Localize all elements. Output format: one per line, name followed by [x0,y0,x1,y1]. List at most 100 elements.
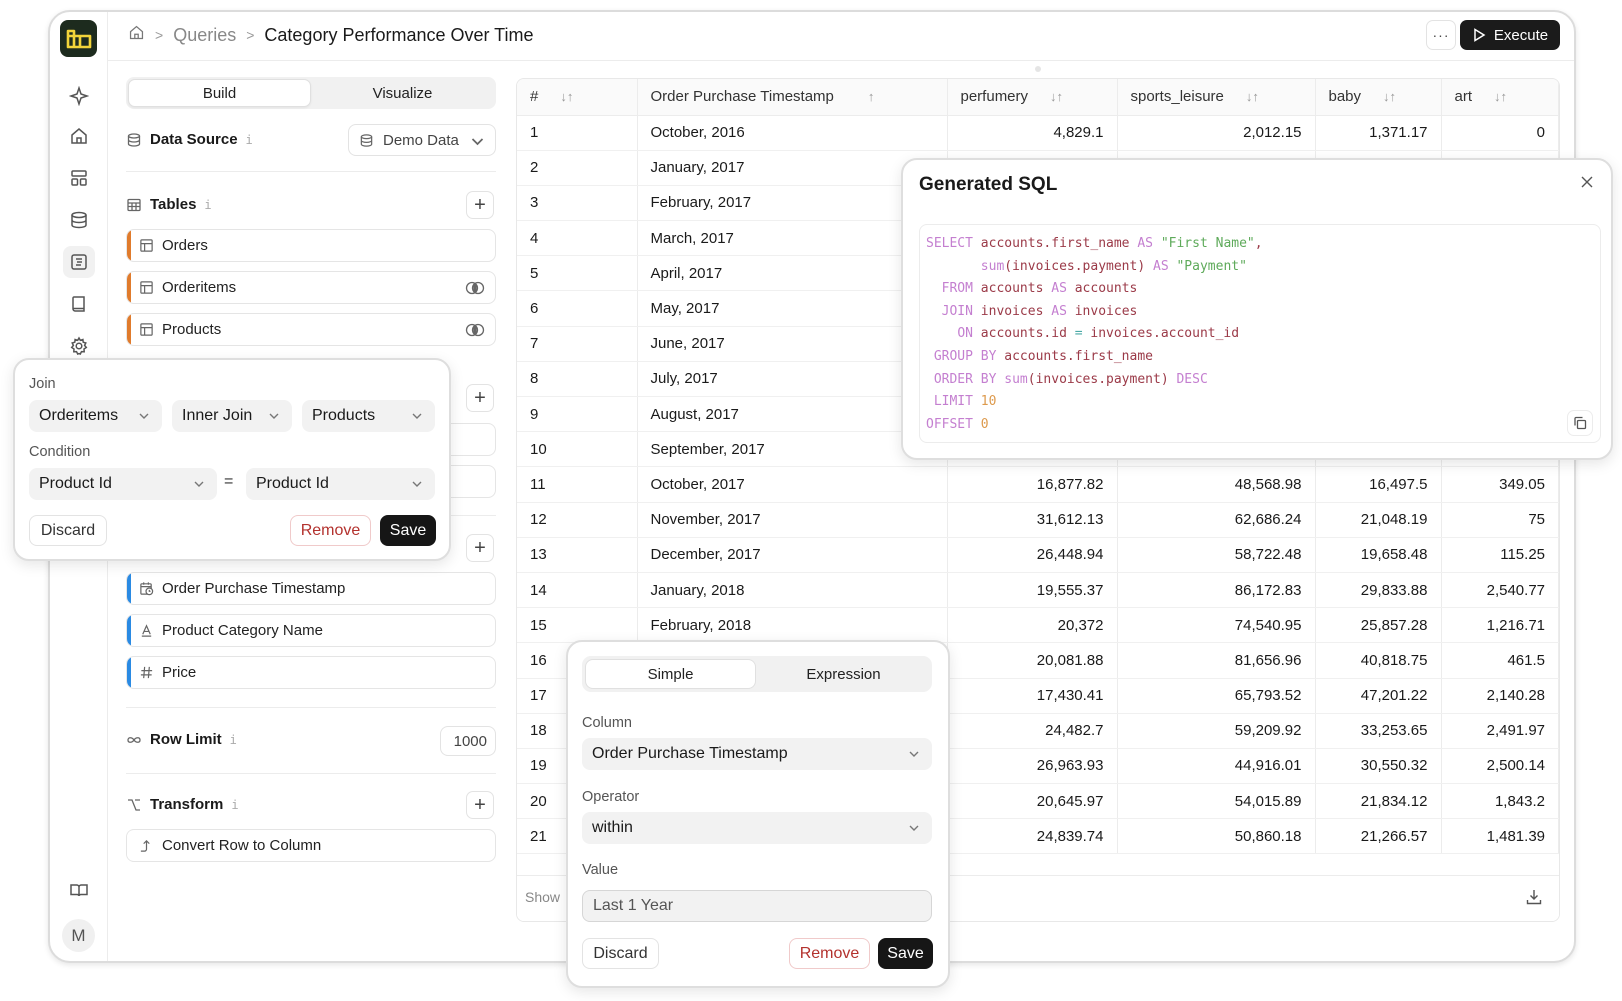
row-limit-heading: Row Limit i [126,731,237,748]
table-cell: December, 2017 [637,537,948,573]
column-header[interactable]: perfumery ↓↑ [947,79,1118,116]
table-cell: November, 2017 [637,502,948,538]
sql-title: Generated SQL [919,174,1058,195]
table-row[interactable]: 14 January, 2018 19,555.37 86,172.83 29,833.… [517,572,1559,609]
join-icon[interactable] [465,280,485,296]
sort-icon: ↓↑ [1494,89,1508,105]
data-source-label: Data Source [150,131,238,148]
join-right-table-select[interactable]: Products [302,400,435,432]
more-options-button[interactable]: ··· [1426,20,1456,50]
info-icon[interactable]: i [231,798,238,812]
table-cell: 115.25 [1441,537,1559,573]
table-item-orderitems[interactable]: Orderitems [126,271,496,304]
close-icon[interactable] [1579,174,1597,192]
filter-column-select[interactable]: Order Purchase Timestamp [582,738,932,770]
table-cell: 10 [517,431,638,468]
table-row[interactable]: 13 December, 2017 26,448.94 58,722.48 19,658… [517,537,1559,573]
column-header[interactable]: Order Purchase Timestamp ↑ [637,79,948,116]
table-item-orders[interactable]: Orders [126,229,496,262]
grid-icon [127,198,141,211]
remove-button[interactable]: Remove [789,938,870,969]
chevron-down-icon [411,409,423,421]
table-cell: 2,012.15 [1117,115,1316,151]
show-rows-label[interactable]: Show [525,889,560,905]
info-icon[interactable]: i [204,198,211,212]
transform-item[interactable]: Convert Row to Column [126,829,496,862]
info-icon[interactable]: i [230,733,237,747]
table-cell: 1,843.2 [1441,783,1559,820]
table-cell: 6 [517,290,638,327]
column-header[interactable]: art ↓↑ [1441,79,1559,116]
text-type-icon [141,624,152,637]
table-cell: 44,916.01 [1117,748,1316,785]
table-cell: 12 [517,502,638,538]
join-left-column-select[interactable]: Product Id [29,468,217,500]
user-avatar[interactable]: M [62,919,95,952]
add-transform-button[interactable]: + [466,791,494,819]
join-right-column-select[interactable]: Product Id [246,468,435,500]
database-icon [360,133,373,147]
table-cell: October, 2016 [637,115,948,151]
column-header[interactable]: baby ↓↑ [1315,79,1442,116]
sql-code-block[interactable]: SELECT accounts.first_name AS "First Nam… [919,224,1601,443]
remove-button[interactable]: Remove [290,515,371,546]
sort-icon: ↓↑ [1050,89,1064,105]
table-row[interactable]: 11 October, 2017 16,877.82 48,568.98 16,497.… [517,466,1559,503]
tab-visualize[interactable]: Visualize [311,79,494,107]
transform-name: Convert Row to Column [162,837,322,854]
resize-handle[interactable] [1035,66,1041,72]
download-icon[interactable] [1525,888,1545,908]
sql-line: JOIN invoices AS invoices [941,303,1138,319]
save-button[interactable]: Save [878,938,933,969]
add-column-button[interactable]: + [466,534,494,562]
tab-expression[interactable]: Expression [758,659,929,689]
queries-icon[interactable] [63,246,95,278]
filter-value-input[interactable]: Last 1 Year [582,890,932,922]
table-cell: 19,658.48 [1315,537,1442,573]
filter-operator-select[interactable]: within [582,812,932,844]
discard-button[interactable]: Discard [582,938,659,969]
table-cell: 14 [517,572,638,609]
tab-build[interactable]: Build [128,79,311,107]
save-button[interactable]: Save [380,515,436,546]
column-item[interactable]: Order Purchase Timestamp [126,572,496,605]
chevron-down-icon [908,747,920,759]
row-limit-input[interactable]: 1000 [440,726,496,756]
tables-heading: Tables i [126,196,212,213]
sparkle-icon[interactable] [63,80,95,112]
join-icon[interactable] [465,322,485,338]
chevron-down-icon [138,409,150,421]
column-header[interactable]: sports_leisure ↓↑ [1117,79,1316,116]
data-source-select[interactable]: Demo Data [348,124,496,156]
column-item[interactable]: Product Category Name [126,614,496,647]
table-row[interactable]: 15 February, 2018 20,372 74,540.95 25,857.28… [517,607,1559,644]
data-source-value: Demo Data [383,131,459,149]
column-header[interactable]: # ↓↑ [517,79,638,116]
column-item[interactable]: Price [126,656,496,689]
notebook-icon[interactable] [63,288,95,320]
table-row[interactable]: 1 October, 2016 4,829.1 2,012.15 1,371.17 0 [517,115,1559,151]
table-icon [140,239,153,252]
table-cell: 16,877.82 [947,466,1118,503]
docs-icon[interactable] [63,874,95,906]
app-logo[interactable] [60,20,97,57]
add-filter-button[interactable]: + [466,384,494,412]
home-icon[interactable] [63,120,95,152]
join-left-table-select[interactable]: Orderitems [29,400,162,432]
add-table-button[interactable]: + [466,191,494,219]
table-item-products[interactable]: Products [126,313,496,346]
copy-button[interactable] [1567,410,1593,436]
info-icon[interactable]: i [246,133,253,147]
transform-heading: Transform i [126,796,239,813]
join-type-select[interactable]: Inner Join [172,400,292,432]
home-icon[interactable] [128,24,145,46]
execute-button[interactable]: Execute [1460,20,1560,50]
table-row[interactable]: 12 November, 2017 31,612.13 62,686.24 21,048… [517,502,1559,538]
dashboard-icon[interactable] [63,162,95,194]
condition-operator: = [224,473,234,490]
breadcrumb-queries[interactable]: Queries [173,25,236,46]
discard-button[interactable]: Discard [29,515,107,546]
database-icon[interactable] [63,204,95,236]
table-cell: 8 [517,361,638,398]
tab-simple[interactable]: Simple [585,659,756,689]
